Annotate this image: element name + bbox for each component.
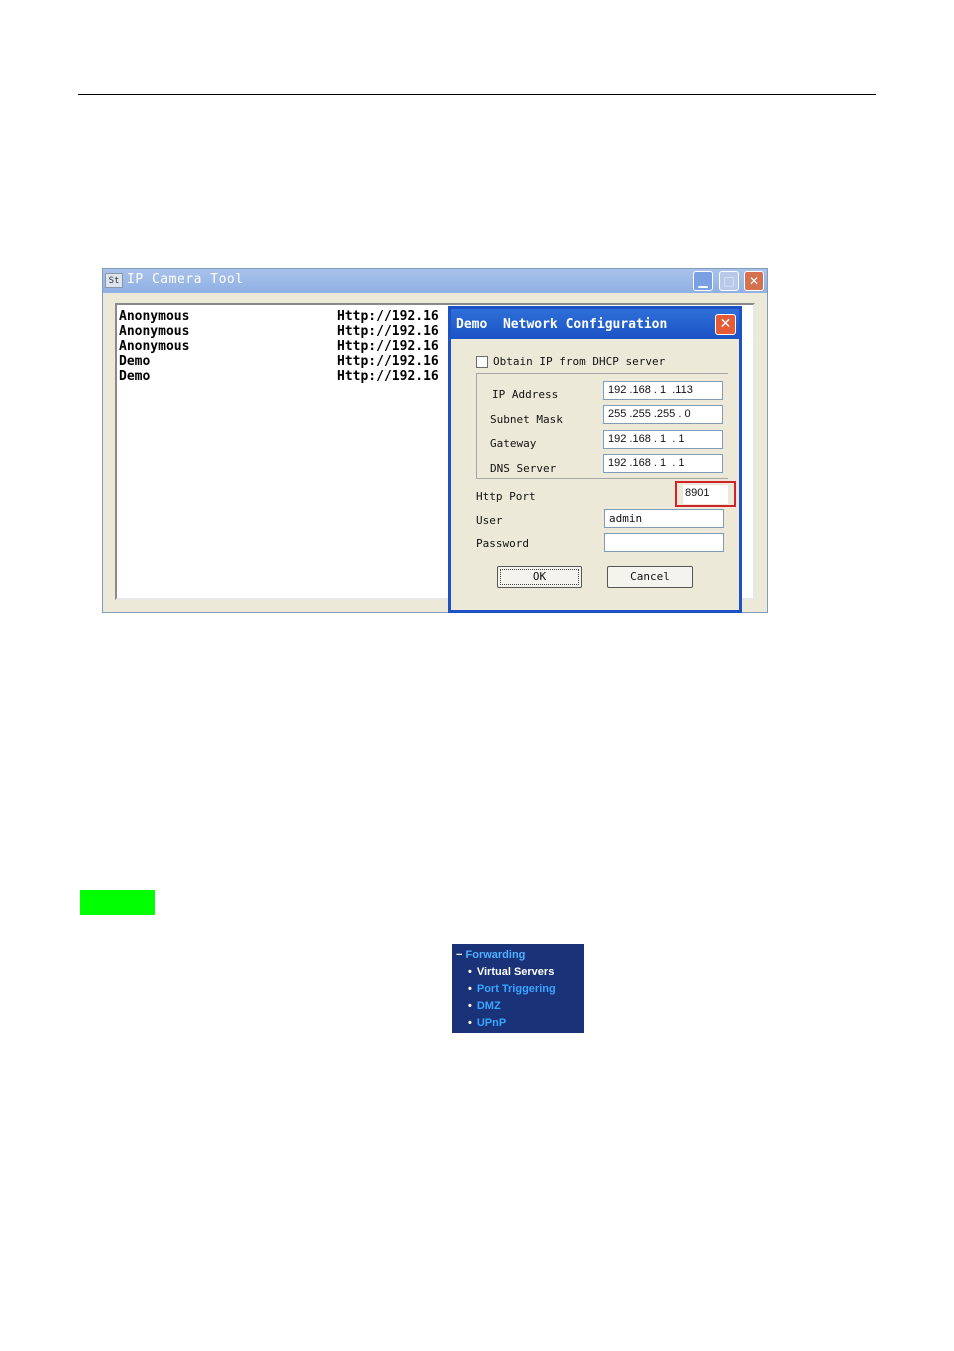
ok-button[interactable]: OK xyxy=(497,566,582,588)
close-button[interactable]: ✕ xyxy=(744,271,764,291)
subnet-mask-label: Subnet Mask xyxy=(490,413,563,426)
menu-item-port-triggering[interactable]: • Port Triggering xyxy=(468,983,556,995)
ok-button-label: OK xyxy=(532,570,547,583)
device-url: Http://192.16 xyxy=(337,369,439,384)
ip-address-field[interactable]: 192 .168 . 1 .113 xyxy=(603,381,723,400)
menu-item-label: Virtual Servers xyxy=(476,966,555,978)
window-title: IP Camera Tool xyxy=(127,272,244,287)
forwarding-menu-header[interactable]: − Forwarding xyxy=(456,949,525,961)
dns-server-label: DNS Server xyxy=(490,462,557,475)
menu-item-label: DMZ xyxy=(476,1000,501,1012)
ip-address-label: IP Address xyxy=(492,388,559,401)
user-field[interactable]: admin xyxy=(604,509,724,528)
device-url: Http://192.16 xyxy=(337,339,439,354)
bullet-icon: • xyxy=(468,1000,472,1012)
forwarding-label: Forwarding xyxy=(465,949,526,961)
cancel-button[interactable]: Cancel xyxy=(607,566,693,588)
dialog-title: Demo Network Configuration xyxy=(456,317,668,332)
device-name: Demo xyxy=(119,369,151,384)
device-url: Http://192.16 xyxy=(337,354,439,369)
subnet-mask-field[interactable]: 255 .255 .255 . 0 xyxy=(603,405,723,424)
dns-server-field[interactable]: 192 .168 . 1 . 1 xyxy=(603,454,723,473)
user-label: User xyxy=(476,514,503,527)
window-titlebar[interactable]: St IP Camera Tool ▁ □ ✕ xyxy=(103,269,767,293)
highlight-block xyxy=(80,890,155,915)
bullet-icon: • xyxy=(468,966,472,978)
device-name: Anonymous xyxy=(119,339,190,354)
router-forwarding-menu: − Forwarding • Virtual Servers • Port Trig… xyxy=(452,944,584,1033)
gateway-label: Gateway xyxy=(490,437,537,450)
device-name: Anonymous xyxy=(119,309,190,324)
password-label: Password xyxy=(476,537,529,550)
dialog-titlebar[interactable]: Demo Network Configuration ✕ xyxy=(451,309,739,339)
device-name: Anonymous xyxy=(119,324,190,339)
maximize-button[interactable]: □ xyxy=(719,271,739,291)
collapse-icon: − xyxy=(456,949,463,961)
menu-item-dmz[interactable]: • DMZ xyxy=(468,1000,501,1012)
http-port-field[interactable]: 8901 xyxy=(683,485,728,504)
menu-item-label: UPnP xyxy=(476,1017,507,1029)
password-field[interactable] xyxy=(604,533,724,552)
dhcp-label: Obtain IP from DHCP server xyxy=(493,355,666,368)
cancel-button-label: Cancel xyxy=(630,570,670,583)
device-url: Http://192.16 xyxy=(337,309,439,324)
dhcp-checkbox[interactable] xyxy=(476,356,488,368)
app-icon: St xyxy=(105,273,123,288)
network-configuration-dialog: Demo Network Configuration ✕ Obtain IP f… xyxy=(448,306,742,613)
gateway-field[interactable]: 192 .168 . 1 . 1 xyxy=(603,430,723,449)
page-header-rule xyxy=(78,94,876,95)
menu-item-upnp[interactable]: • UPnP xyxy=(468,1017,506,1029)
bullet-icon: • xyxy=(468,983,472,995)
menu-item-label: Port Triggering xyxy=(476,983,556,995)
menu-item-virtual-servers[interactable]: • Virtual Servers xyxy=(468,966,554,978)
dialog-close-button[interactable]: ✕ xyxy=(715,314,736,335)
ip-settings-group: IP Address 192 .168 . 1 .113 Subnet Mask… xyxy=(476,373,728,479)
device-url: Http://192.16 xyxy=(337,324,439,339)
bullet-icon: • xyxy=(468,1017,472,1029)
minimize-button[interactable]: ▁ xyxy=(693,271,713,291)
http-port-label: Http Port xyxy=(476,490,536,503)
device-name: Demo xyxy=(119,354,151,369)
